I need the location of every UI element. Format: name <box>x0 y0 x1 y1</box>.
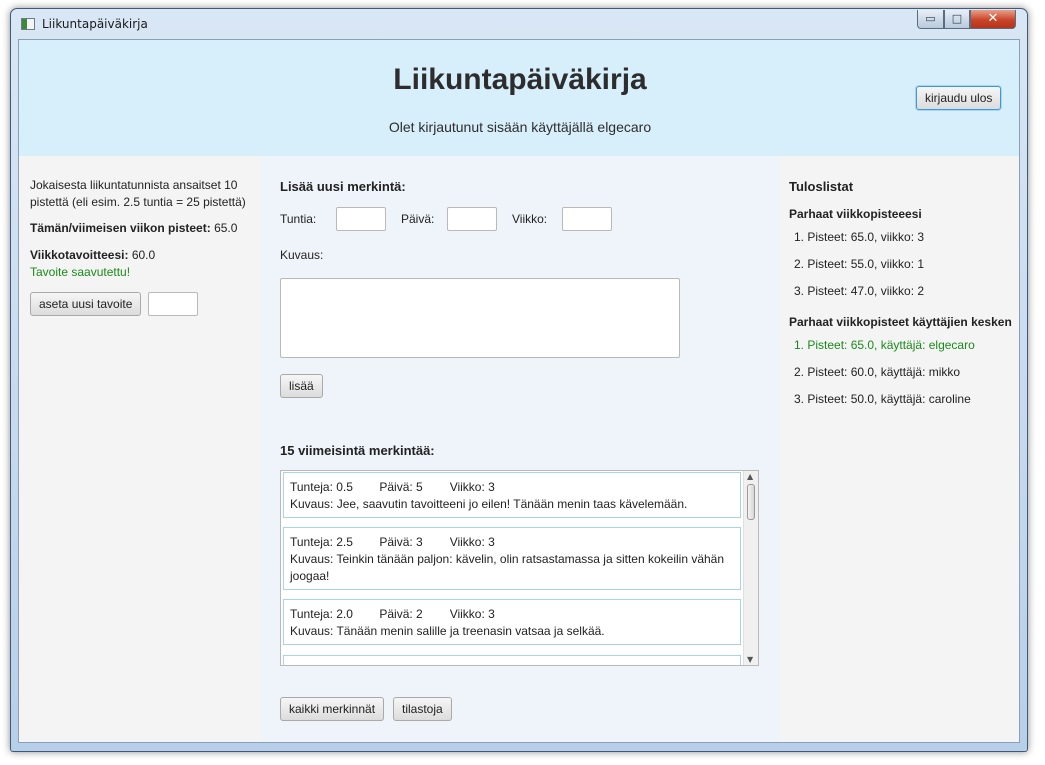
entry-day: Päivä: 2 <box>379 607 423 621</box>
scrollbar-thumb[interactable] <box>747 484 755 520</box>
maximize-button[interactable]: □ <box>944 10 970 29</box>
users-best-item: 2. Pisteet: 60.0, käyttäjä: mikko <box>794 365 961 379</box>
set-goal-button[interactable]: aseta uusi tavoite <box>30 292 142 316</box>
minimize-button[interactable]: ▭ <box>917 10 944 29</box>
add-entry-heading: Lisää uusi merkintä: <box>280 179 406 194</box>
goal-status: Tavoite saavutettu! <box>30 265 131 279</box>
entry-description: Kuvaus: Tänään menin salille ja treenasi… <box>290 624 605 638</box>
title-bar[interactable]: Liikuntapäiväkirja ▭ □ ✕ <box>11 9 1027 39</box>
personal-best-item: 3. Pisteet: 47.0, viikko: 2 <box>794 284 925 298</box>
week-points-label: Tämän/viimeisen viikon pisteet: <box>30 221 211 235</box>
add-entry-button[interactable]: lisää <box>280 374 323 398</box>
entry-hours: Tunteja: 2.0 <box>290 607 353 621</box>
entry-description: Kuvaus: Jee, saavutin tavoitteeni jo eil… <box>290 497 688 511</box>
left-panel: Jokaisesta liikuntatunnista ansaitset 10… <box>19 156 260 742</box>
stats-button[interactable]: tilastoja <box>393 697 452 721</box>
description-textarea[interactable] <box>280 278 680 358</box>
list-item[interactable]: Tunteja: 0.5 Päivä: 5 Viikko: 3 Kuvaus: … <box>283 472 741 518</box>
entry-meta: Tunteja: 2.5 Päivä: 3 Viikko: 3 <box>290 534 734 551</box>
hours-input[interactable] <box>336 207 386 231</box>
users-best-heading: Parhaat viikkopisteet käyttäjien kesken <box>789 315 1012 329</box>
day-input[interactable] <box>447 207 497 231</box>
week-points-row: Tämän/viimeisen viikon pisteet: 65.0 <box>30 221 237 235</box>
window-title: Liikuntapäiväkirja <box>42 17 148 31</box>
leaderboards-title: Tuloslistat <box>789 179 854 194</box>
week-points-value: 65.0 <box>214 221 238 235</box>
users-best-item-current-user: 1. Pisteet: 65.0, käyttäjä: elgecaro <box>794 338 975 352</box>
entry-day: Päivä: 3 <box>379 535 423 549</box>
logged-in-subtitle: Olet kirjautunut sisään käyttäjällä elge… <box>388 119 652 135</box>
list-scrollbar[interactable]: ▲ ▼ <box>743 471 758 665</box>
hours-label: Tuntia: <box>280 212 317 226</box>
personal-best-item: 1. Pisteet: 65.0, viikko: 3 <box>794 230 925 244</box>
scroll-down-icon[interactable]: ▼ <box>747 655 753 664</box>
goal-value: 60.0 <box>131 248 156 262</box>
right-panel: Tuloslistat Parhaat viikkopisteeesi 1. P… <box>780 156 1019 742</box>
personal-best-heading: Parhaat viikkopisteeesi <box>789 207 922 221</box>
entry-description: Kuvaus: Teinkin tänään paljon: kävelin, … <box>290 552 725 583</box>
entry-hours: Tunteja: 0.5 <box>290 480 353 494</box>
all-entries-button[interactable]: kaikki merkinnät <box>280 697 385 721</box>
entry-week: Viikko: 3 <box>449 535 495 549</box>
header: Liikuntapäiväkirja Olet kirjautunut sisä… <box>19 40 1019 156</box>
entry-meta: Tunteja: 0.5 Päivä: 5 Viikko: 3 <box>290 479 734 496</box>
week-label: Viikko: <box>512 212 548 226</box>
entry-day: Päivä: 5 <box>379 480 423 494</box>
scroll-up-icon[interactable]: ▲ <box>747 472 753 481</box>
app-window: Liikuntapäiväkirja ▭ □ ✕ Liikuntapäiväki… <box>10 8 1028 752</box>
list-item[interactable]: Tunteja: 2.0 Päivä: 2 Viikko: 3 Kuvaus: … <box>283 599 741 645</box>
entry-week: Viikko: 3 <box>449 607 495 621</box>
entry-hours: Tunteja: 2.5 <box>290 535 353 549</box>
recent-entries-heading: 15 viimeisintä merkintää: <box>280 443 435 458</box>
list-item[interactable] <box>283 655 741 665</box>
window-content: Liikuntapäiväkirja Olet kirjautunut sisä… <box>18 39 1020 743</box>
goal-row: Viikkotavoitteesi: 60.0 <box>30 248 155 262</box>
entry-meta: Tunteja: 2.0 Päivä: 2 Viikko: 3 <box>290 606 734 623</box>
day-label: Päivä: <box>401 212 435 226</box>
app-icon <box>21 18 35 30</box>
logout-button[interactable]: kirjaudu ulos <box>916 86 1002 110</box>
list-item[interactable]: Tunteja: 2.5 Päivä: 3 Viikko: 3 Kuvaus: … <box>283 527 741 590</box>
description-label: Kuvaus: <box>280 248 324 262</box>
recent-entries-list[interactable]: Tunteja: 0.5 Päivä: 5 Viikko: 3 Kuvaus: … <box>280 470 759 666</box>
page-title: Liikuntapäiväkirja <box>393 63 647 96</box>
goal-input[interactable] <box>148 292 198 316</box>
points-info-line-2: pistettä (eli esim. 2.5 tuntia = 25 pist… <box>30 195 246 209</box>
users-best-item: 3. Pisteet: 50.0, käyttäjä: caroline <box>794 392 971 406</box>
center-panel: Lisää uusi merkintä: Tuntia: Päivä: Viik… <box>260 156 780 742</box>
goal-label: Viikkotavoitteesi: <box>30 248 129 262</box>
close-button[interactable]: ✕ <box>970 10 1016 29</box>
week-input[interactable] <box>562 207 612 231</box>
points-info-line-1: Jokaisesta liikuntatunnista ansaitset 10 <box>30 178 238 192</box>
entry-week: Viikko: 3 <box>449 480 495 494</box>
personal-best-item: 2. Pisteet: 55.0, viikko: 1 <box>794 257 925 271</box>
